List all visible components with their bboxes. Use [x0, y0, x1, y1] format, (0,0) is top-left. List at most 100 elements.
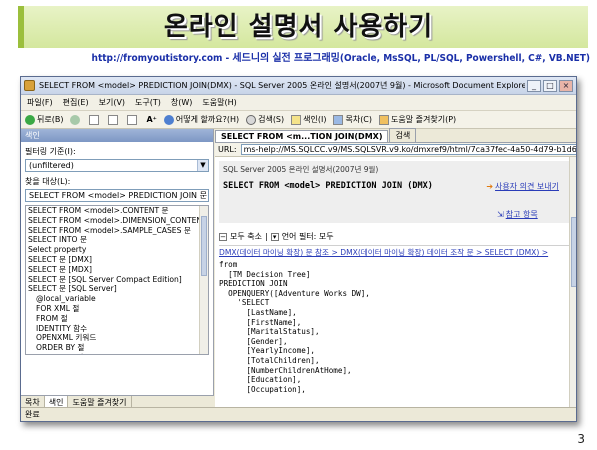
search-button[interactable]: 검색(S)	[246, 114, 284, 125]
filter-label: 필터링 기준(I):	[25, 147, 76, 156]
how-do-i-icon	[163, 114, 174, 125]
stop-icon	[89, 114, 100, 125]
code-line: [Education],	[219, 375, 302, 385]
home-button[interactable]	[127, 114, 139, 125]
tab-search[interactable]: 검색	[389, 128, 417, 142]
chevron-down-icon[interactable]: ▼	[197, 160, 208, 171]
index-list-item[interactable]: OPENXML 키워드	[28, 333, 208, 343]
separator: |	[264, 232, 268, 241]
index-list-item[interactable]: SELECT 문 [DMX]	[28, 255, 208, 265]
document-explorer-window: SELECT FROM <model> PREDICTION JOIN(DMX)…	[20, 76, 577, 422]
index-list-item[interactable]: IDENTITY 함수	[28, 324, 208, 334]
document-tabs: SELECT FROM <m...TION JOIN(DMX) 검색	[215, 128, 576, 143]
code-line: [MaritalStatus],	[219, 327, 320, 337]
search-icon	[246, 114, 257, 125]
url-bar: URL: ms-help://MS.SQLCC.v9/MS.SQLSVR.v9.…	[215, 143, 576, 157]
code-line: [TotalChildren],	[219, 355, 320, 365]
collapse-all-icon[interactable]: −	[219, 232, 227, 241]
document-pane: SELECT FROM <m...TION JOIN(DMX) 검색 URL: …	[215, 128, 576, 409]
language-filter[interactable]: 언어 필터: 모두	[282, 231, 334, 242]
menu-file[interactable]: 파일(F)	[27, 97, 53, 108]
refresh-button[interactable]	[108, 114, 120, 125]
collapse-row: − 모두 축소 | ▾ 언어 필터: 모두	[219, 231, 574, 242]
how-do-i-button[interactable]: 어떻게 할까요?(H)	[163, 114, 239, 125]
collapse-all-button[interactable]: 모두 축소	[230, 231, 262, 242]
index-list-item[interactable]: @local_variable	[28, 294, 208, 304]
index-label: 색인(I)	[303, 115, 327, 124]
filter-value: (unfiltered)	[29, 161, 74, 170]
contents-label: 목차(C)	[345, 115, 373, 124]
font-size-label: A⁺	[146, 115, 157, 124]
maximize-button[interactable]: □	[543, 79, 557, 92]
help-favorites-label: 도움말 즐겨찾기(P)	[391, 115, 457, 124]
index-list-item[interactable]: SELECT FROM <model>.CONTENT 문	[28, 206, 208, 216]
index-list-item[interactable]: SELECT FROM <model>.SAMPLE_CASES 문	[28, 226, 208, 236]
slide-title: 온라인 설명서 사용하기	[163, 12, 434, 42]
index-list-item[interactable]: ORDER BY 절	[28, 343, 208, 353]
home-icon	[127, 114, 138, 125]
back-button[interactable]: 뒤로(B)	[25, 114, 63, 125]
code-line: [Occupation],	[219, 384, 306, 394]
look-for-label: 찾을 대상(L):	[25, 177, 71, 186]
forward-arrow-icon	[70, 114, 81, 125]
index-list-item[interactable]: SELECT 문 정보	[28, 353, 208, 354]
code-line: [YearlyIncome],	[219, 346, 316, 356]
refresh-icon	[108, 114, 119, 125]
tab-select-from-prediction-join[interactable]: SELECT FROM <m...TION JOIN(DMX)	[215, 130, 389, 142]
code-line: OPENQUERY([Adventure Works DW],	[219, 288, 370, 298]
see-also-label: 참고 항목	[505, 210, 538, 219]
index-pane-header: 색인	[21, 129, 213, 142]
code-line: [Gender],	[219, 336, 288, 346]
index-icon	[291, 114, 302, 125]
forward-button[interactable]	[70, 114, 82, 125]
code-line: PREDICTION JOIN	[219, 279, 288, 289]
back-label: 뒤로(B)	[37, 115, 64, 124]
index-list: SELECT FROM <model>.CONTENT 문 SELECT FROM…	[25, 205, 209, 355]
feedback-arrow-icon: ➔	[486, 182, 494, 191]
page-number: 3	[577, 432, 585, 446]
close-button[interactable]: ×	[559, 79, 573, 92]
index-list-item[interactable]: SELECT 문 [SQL Server]	[28, 284, 208, 294]
index-list-item[interactable]: SELECT INTO 문	[28, 235, 208, 245]
index-list-item[interactable]: FOR XML 절	[28, 304, 208, 314]
language-filter-icon[interactable]: ▾	[270, 232, 279, 241]
index-button[interactable]: 색인(I)	[291, 114, 326, 125]
status-bar: 완료	[21, 407, 576, 421]
stop-button[interactable]	[89, 114, 101, 125]
document-header: SQL Server 2005 온라인 설명서(2007년 9월) SELECT…	[219, 161, 574, 223]
menu-help[interactable]: 도움말(H)	[202, 97, 236, 108]
code-line: [FirstName],	[219, 317, 302, 327]
app-icon	[24, 80, 35, 91]
code-line: 'SELECT	[219, 298, 270, 308]
index-list-scrollbar[interactable]	[199, 206, 208, 354]
breadcrumb[interactable]: DMX(데이터 마이닝 확장) 문 참조 > DMX(데이터 마이닝 확장) 데…	[219, 245, 574, 258]
look-for-input[interactable]: SELECT FROM <model> PREDICTION JOIN 문	[25, 189, 209, 202]
help-favorites-button[interactable]: 도움말 즐겨찾기(P)	[379, 114, 456, 125]
index-list-item[interactable]: SELECT 문 [MDX]	[28, 265, 208, 275]
contents-icon	[333, 114, 344, 125]
menu-view[interactable]: 보기(V)	[99, 97, 125, 108]
send-feedback-link[interactable]: ➔ 사용자 의견 보내기	[474, 181, 559, 192]
code-line: [LastName],	[219, 307, 297, 317]
index-list-item[interactable]: SELECT FROM <model>.DIMENSION_CONTENT	[28, 216, 208, 226]
code-line: from	[219, 260, 238, 269]
index-list-item[interactable]: SELECT 문 [SQL Server Compact Edition]	[28, 275, 208, 285]
menu-window[interactable]: 창(W)	[171, 97, 193, 108]
back-arrow-icon	[25, 114, 35, 125]
minimize-button[interactable]: _	[527, 79, 541, 92]
window-titlebar: SELECT FROM <model> PREDICTION JOIN(DMX)…	[21, 77, 576, 95]
url-field[interactable]: ms-help://MS.SQLCC.v9/MS.SQLSVR.v9.ko/dm…	[240, 144, 576, 155]
menu-tools[interactable]: 도구(T)	[135, 97, 161, 108]
document-scrollbar[interactable]	[569, 157, 576, 409]
document-content: SQL Server 2005 온라인 설명서(2007년 9월) SELECT…	[215, 157, 576, 395]
see-also-link[interactable]: ⇲ 참고 항목	[497, 209, 538, 220]
index-list-item[interactable]: Select property	[28, 245, 208, 255]
document-title: SELECT FROM <model> PREDICTION JOIN (DMX…	[223, 181, 433, 191]
index-pane: 색인 필터링 기준(I): (unfiltered) ▼ 찾을 대상(L): S…	[21, 129, 214, 409]
contents-button[interactable]: 목차(C)	[333, 114, 372, 125]
menu-edit[interactable]: 편집(E)	[63, 97, 89, 108]
font-size-button[interactable]: A⁺	[146, 115, 156, 124]
filter-dropdown[interactable]: (unfiltered) ▼	[25, 159, 209, 172]
favorites-icon	[379, 114, 390, 125]
index-list-item[interactable]: FROM 절	[28, 314, 208, 324]
